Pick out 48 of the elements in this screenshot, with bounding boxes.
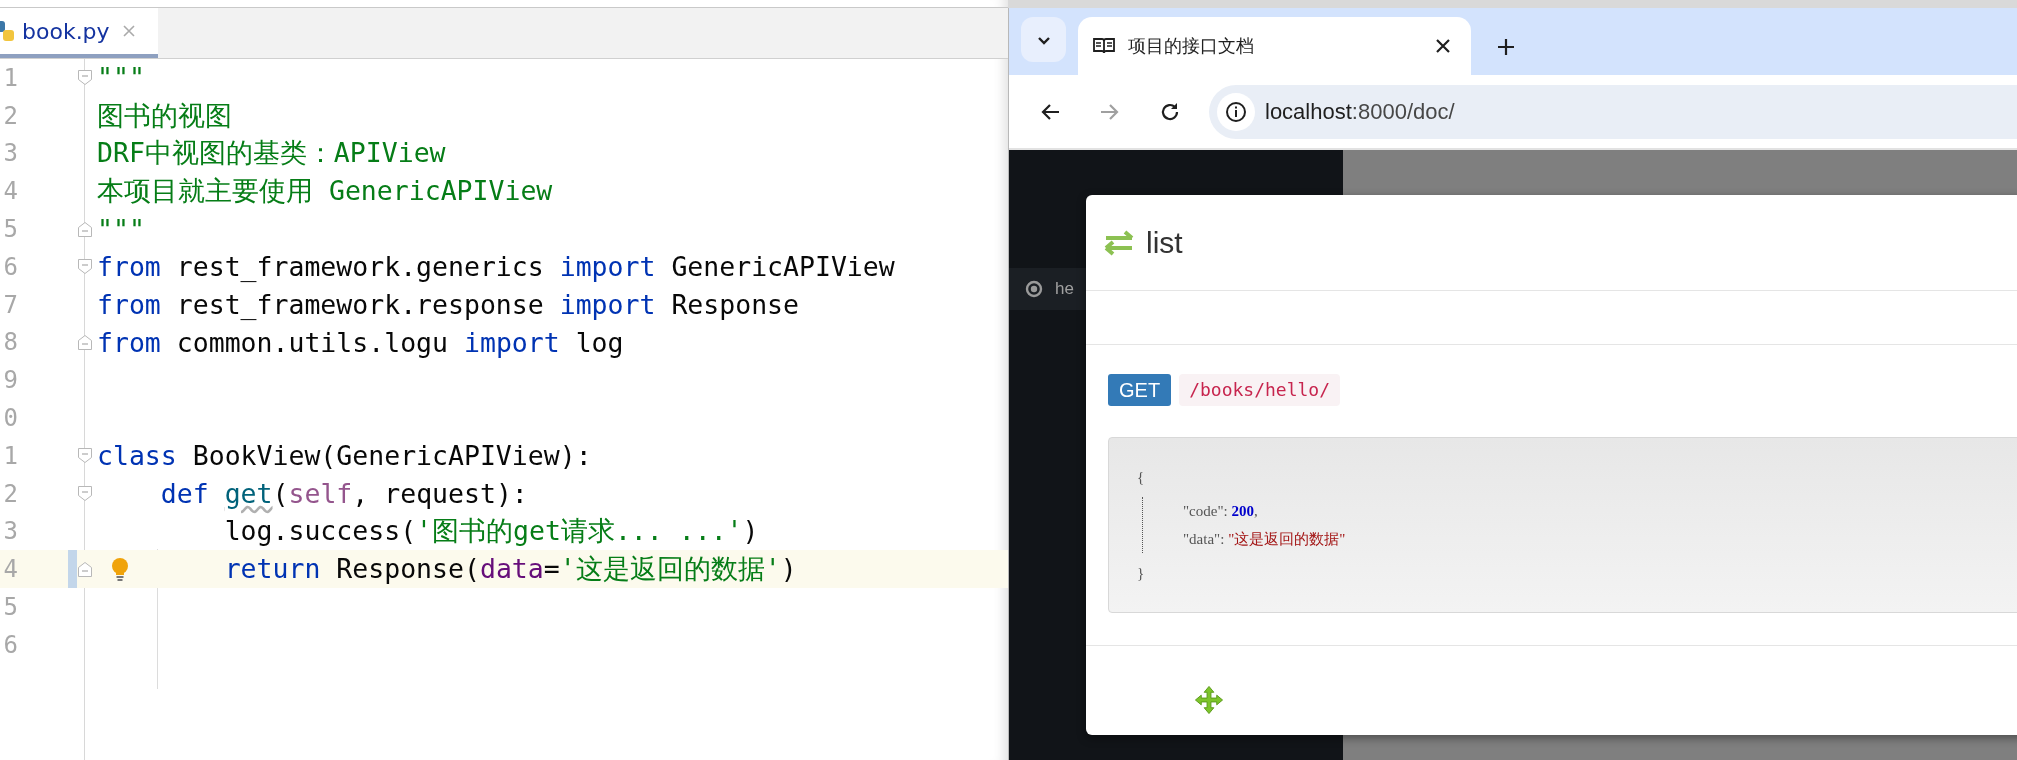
line-number: 6: [2, 630, 18, 659]
code-line: log.success('图书的get请求... ...'): [224, 514, 759, 549]
plus-icon: [1497, 37, 1515, 56]
json-line: "code": 200,: [1183, 502, 1258, 521]
code-line: 图书的视图: [97, 98, 232, 133]
file-tab[interactable]: book.py: [0, 8, 158, 58]
line-number: 5: [2, 593, 18, 622]
url-text: localhost:8000/doc/: [1265, 98, 1455, 125]
code-line: from rest_framework.generics import GenericAPIView: [97, 251, 895, 283]
line-number: 4: [2, 177, 18, 206]
swap-arrows-icon: [1104, 228, 1136, 257]
browser-tab[interactable]: 项目的接口文档: [1078, 17, 1471, 75]
line-number: 0: [2, 404, 18, 433]
code-line: from common.utils.logu import log: [97, 326, 624, 358]
line-number: 6: [2, 252, 18, 281]
line-number: 5: [2, 215, 18, 244]
code-line: class BookView(GenericAPIView):: [97, 440, 592, 472]
line-number: 2: [2, 101, 18, 130]
python-file-icon: [0, 19, 14, 43]
close-icon: [1435, 38, 1451, 54]
move-icon: [1194, 685, 1224, 715]
line-number: 1: [2, 63, 18, 92]
json-brace: }: [1137, 564, 1146, 583]
json-line: "data": "这是返回的数据": [1183, 530, 1346, 549]
address-bar[interactable]: localhost:8000/doc/: [1209, 84, 2017, 139]
close-icon: [121, 24, 136, 38]
code-line: from rest_framework.response import Response: [97, 289, 799, 321]
line-number: 4: [2, 555, 18, 584]
target-icon: [1025, 280, 1043, 298]
line-number: 9: [2, 366, 18, 395]
code-line: DRF中视图的基类：APIView: [97, 136, 446, 171]
line-number: 3: [2, 517, 18, 546]
info-icon: [1225, 100, 1247, 123]
line-number: 8: [2, 328, 18, 357]
code-line: """: [97, 213, 145, 245]
json-brace: {: [1137, 468, 1146, 487]
endpoint-path: /books/hello/: [1179, 374, 1340, 406]
modal-title: list: [1146, 225, 1183, 260]
line-number: 2: [2, 479, 18, 508]
method-badge: GET: [1108, 374, 1172, 406]
code-line: 本项目就主要使用 GenericAPIView: [97, 174, 553, 209]
code-line: return Response(data='这是返回的数据'): [224, 552, 797, 587]
line-number: 1: [2, 441, 18, 470]
line-number: 7: [2, 290, 18, 319]
line-number: 3: [2, 139, 18, 168]
lightbulb-icon: [110, 557, 130, 582]
code-line: """: [97, 62, 145, 94]
code-line: def get(self, request):: [160, 478, 528, 510]
